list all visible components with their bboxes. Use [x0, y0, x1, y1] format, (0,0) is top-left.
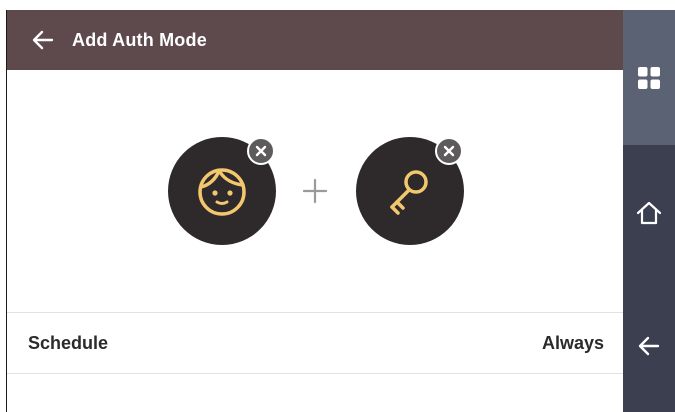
grid-icon: [638, 66, 660, 89]
remove-key-button[interactable]: [435, 137, 463, 165]
auth-mode-area: [7, 70, 624, 312]
home-icon: [636, 201, 662, 224]
header-bar: Add Auth Mode: [7, 10, 624, 70]
key-icon: [390, 170, 428, 215]
main-panel: Add Auth Mode Schedule Always: [6, 10, 624, 412]
home-button[interactable]: [623, 145, 675, 280]
plus-icon: [302, 178, 328, 204]
top-strip: [0, 0, 623, 10]
face-icon: [198, 168, 246, 216]
page-title: Add Auth Mode: [72, 29, 207, 50]
screen: Add Auth Mode Schedule Always: [0, 0, 675, 412]
nav-back-button[interactable]: [623, 280, 675, 412]
side-nav: [623, 10, 675, 412]
schedule-label: Schedule: [28, 332, 109, 353]
menu-button[interactable]: [623, 10, 675, 145]
back-arrow-icon: [32, 30, 54, 50]
remove-face-button[interactable]: [247, 137, 275, 165]
close-icon: [255, 145, 267, 157]
back-button[interactable]: [21, 18, 65, 62]
schedule-value: Always: [541, 332, 604, 353]
schedule-row[interactable]: Schedule Always: [7, 312, 624, 374]
close-icon: [443, 145, 455, 157]
back-arrow-icon: [638, 336, 660, 356]
